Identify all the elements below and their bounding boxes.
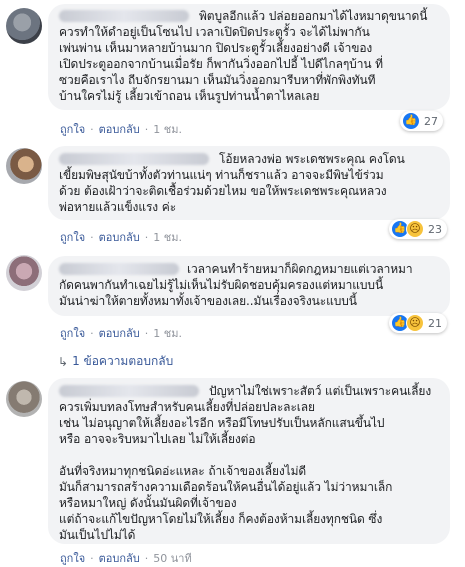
like-icon: 👍 — [402, 112, 420, 130]
reaction-count: 21 — [428, 316, 442, 330]
reaction-count: 27 — [424, 114, 438, 128]
reaction-summary[interactable]: 👍 ☹ 21 — [389, 313, 447, 333]
comment-bubble: ปัญหาไม่ใช่เพราะสัตว์ แต่เป็นเพราะคนเลี้… — [48, 378, 450, 544]
reaction-count: 23 — [428, 222, 442, 236]
comment-bubble: โอ้ยหลวงพ่อ พระเดชพระคุณ คงโดน เขี้ยมพิษ… — [48, 146, 450, 220]
like-link[interactable]: ถูกใจ — [60, 324, 85, 342]
separator-dot: · — [144, 326, 149, 340]
comment-bubble: เวลาคนทำร้ายหมาก็ผิดกฎหมายแต่เวลาหมา กัด… — [48, 256, 450, 316]
like-link[interactable]: ถูกใจ — [60, 228, 85, 246]
comment-time[interactable]: 1 ชม. — [153, 228, 182, 246]
reply-link[interactable]: ตอบกลับ — [99, 228, 140, 246]
separator-dot: · — [90, 326, 94, 340]
separator-dot: · — [90, 230, 94, 244]
comment-time[interactable]: 1 ชม. — [153, 324, 182, 342]
avatar[interactable] — [6, 8, 42, 44]
separator-dot: · — [90, 122, 94, 136]
replies-count-label[interactable]: 1 ข้อความตอบกลับ — [72, 352, 173, 371]
comment-bubble: พิตบูลอีกแล้ว ปล่อยออกมาได้ไงหมาดุขนาดนี… — [48, 4, 450, 110]
comment-text: โอ้ยหลวงพ่อ พระเดชพระคุณ คงโดน เขี้ยมพิษ… — [59, 152, 405, 214]
reaction-summary[interactable]: 👍 27 — [400, 111, 443, 131]
sad-icon: ☹ — [406, 314, 424, 332]
reply-link[interactable]: ตอบกลับ — [99, 324, 140, 342]
sad-icon: ☹ — [406, 220, 424, 238]
comment-text: ปัญหาไม่ใช่เพราะสัตว์ แต่เป็นเพราะคนเลี้… — [59, 384, 432, 542]
reply-link[interactable]: ตอบกลับ — [99, 120, 140, 138]
reply-link[interactable]: ตอบกลับ — [99, 549, 140, 567]
avatar[interactable] — [6, 148, 42, 184]
like-link[interactable]: ถูกใจ — [60, 120, 85, 138]
comment-actions: ถูกใจ · ตอบกลับ · 1 ชม. — [60, 120, 182, 138]
avatar[interactable] — [6, 381, 42, 417]
separator-dot: · — [144, 122, 149, 136]
view-replies-link[interactable]: ↳ 1 ข้อความตอบกลับ — [58, 352, 173, 371]
comment-text: เวลาคนทำร้ายหมาก็ผิดกฎหมายแต่เวลาหมา กัด… — [59, 262, 413, 308]
separator-dot: · — [144, 551, 149, 565]
comment-actions: ถูกใจ · ตอบกลับ · 1 ชม. — [60, 228, 182, 246]
reaction-summary[interactable]: 👍 ☹ 23 — [389, 219, 447, 239]
comment-time[interactable]: 1 ชม. — [153, 120, 182, 138]
comment-actions: ถูกใจ · ตอบกลับ · 50 นาที — [60, 549, 192, 567]
comment-actions: ถูกใจ · ตอบกลับ · 1 ชม. — [60, 324, 182, 342]
avatar[interactable] — [6, 255, 42, 291]
separator-dot: · — [90, 551, 94, 565]
like-link[interactable]: ถูกใจ — [60, 549, 85, 567]
separator-dot: · — [144, 230, 149, 244]
comment-text: พิตบูลอีกแล้ว ปล่อยออกมาได้ไงหมาดุขนาดนี… — [59, 9, 428, 103]
comment-time[interactable]: 50 นาที — [153, 549, 191, 567]
reply-arrow-icon: ↳ — [58, 354, 69, 369]
